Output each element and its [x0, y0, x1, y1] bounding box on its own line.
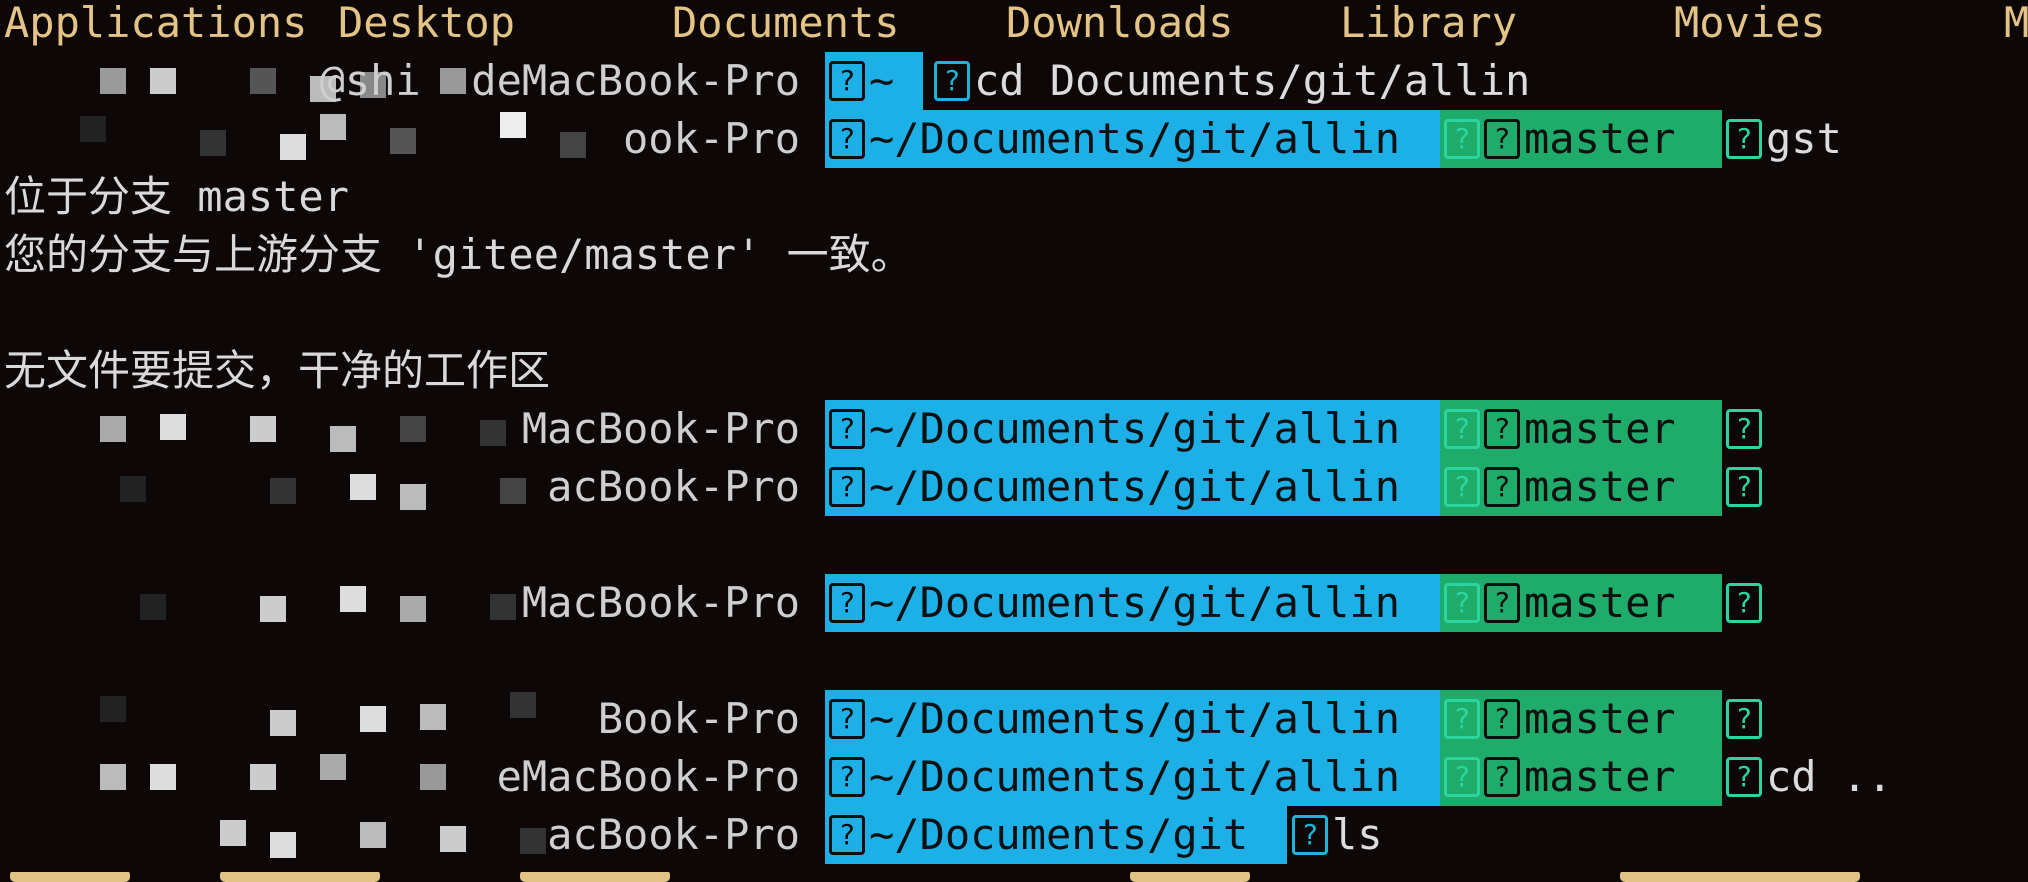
git-branch: master [1524, 694, 1676, 743]
prompt-end [1722, 574, 1766, 632]
prompt-path: ~/Documents/git [869, 810, 1249, 859]
prompt-dir-segment: ~/Documents/git/allin [825, 748, 1440, 806]
git-status-icon [1444, 118, 1480, 159]
branch-icon [1484, 698, 1520, 739]
prompt-arrow-icon [1726, 408, 1762, 449]
branch-icon [1484, 118, 1520, 159]
prompt-user-host: MacBook-Pro [521, 404, 800, 453]
prompt-dir-segment: ~/Documents/git/allin [825, 690, 1440, 748]
prompt-line: ook-Pro ~/Documents/git/allin master gst [0, 110, 2028, 168]
folder-icon [829, 582, 865, 623]
prompt-arrow-icon [1726, 698, 1762, 739]
folder-icon [829, 466, 865, 507]
command: ls [1332, 810, 1383, 859]
git-status-icon [1444, 408, 1480, 449]
command-text: cd Documents/git/allin [930, 52, 1530, 110]
git-status-icon [1444, 698, 1480, 739]
git-branch: master [1524, 404, 1676, 453]
folder-icon [829, 756, 865, 797]
prompt-path: ~/Documents/git/allin [869, 752, 1401, 801]
git-branch: master [1524, 114, 1676, 163]
folder-icon [829, 814, 865, 855]
output-line: 位于分支 master [4, 172, 350, 221]
cutoff-listing-row [0, 872, 2028, 882]
git-branch: master [1524, 578, 1676, 627]
folder-icon [829, 60, 865, 101]
git-status-icon [1444, 582, 1480, 623]
prompt-path: ~/Documents/git/allin [869, 404, 1401, 453]
prompt-user-host: MacBook-Pro [521, 578, 800, 627]
branch-icon [1484, 756, 1520, 797]
prompt-git-segment: master [1440, 400, 1722, 458]
branch-icon [1484, 408, 1520, 449]
command: cd .. [1766, 752, 1893, 801]
folder-icon [829, 408, 865, 449]
prompt-path: ~/Documents/git/allin [869, 694, 1401, 743]
prompt-arrow-icon [1292, 814, 1328, 855]
prompt-dir-segment: ~/Documents/git/allin [825, 574, 1440, 632]
command: gst [1766, 114, 1842, 163]
prompt-arrow-icon [1726, 118, 1762, 159]
prompt-git-segment: master [1440, 690, 1722, 748]
prompt-path: ~ [869, 56, 895, 105]
prompt-path: ~/Documents/git/allin [869, 578, 1401, 627]
git-branch: master [1524, 752, 1676, 801]
prompt-user-host: @shi deMacBook-Pro [319, 56, 800, 105]
prompt-dir-segment: ~/Documents/git/allin [825, 400, 1440, 458]
prompt-end [1722, 690, 1766, 748]
listing-item: Desktop [338, 0, 516, 47]
prompt-arrow-icon [1726, 466, 1762, 507]
prompt-dir-segment: ~/Documents/git [825, 806, 1287, 864]
ls-listing: Applications Desktop Documents Downloads… [0, 0, 2028, 52]
folder-icon [829, 118, 865, 159]
branch-icon [1484, 582, 1520, 623]
listing-item: M [2004, 0, 2028, 47]
prompt-line: acBook-Pro ~/Documents/git/allin master [0, 458, 2028, 516]
listing-item: Applications [4, 0, 308, 47]
prompt-git-segment: master [1440, 574, 1722, 632]
prompt-user-host: eMacBook-Pro [496, 752, 800, 801]
command-text: cd .. [1722, 748, 1892, 806]
git-status-icon [1444, 756, 1480, 797]
listing-item: Downloads [1006, 0, 1234, 47]
branch-icon [1484, 466, 1520, 507]
prompt-path: ~/Documents/git/allin [869, 114, 1401, 163]
prompt-user-host: ook-Pro [622, 114, 800, 163]
prompt-end [1722, 400, 1766, 458]
prompt-git-segment: master [1440, 458, 1722, 516]
folder-icon [829, 698, 865, 739]
output-line: 无文件要提交，干净的工作区 [4, 346, 551, 395]
terminal-window[interactable]: Applications Desktop Documents Downloads… [0, 0, 2028, 882]
git-status-icon [1444, 466, 1480, 507]
prompt-dir-segment: ~ [825, 52, 923, 110]
prompt-line: MacBook-Pro ~/Documents/git/allin master [0, 574, 2028, 632]
listing-item: Documents [672, 0, 900, 47]
command-text: ls [1288, 806, 1383, 864]
prompt-line: MacBook-Pro ~/Documents/git/allin master [0, 400, 2028, 458]
prompt-user-host: Book-Pro [597, 694, 800, 743]
prompt-arrow-icon [934, 60, 970, 101]
prompt-user-host: acBook-Pro [547, 810, 800, 859]
prompt-line: Book-Pro ~/Documents/git/allin master [0, 690, 2028, 748]
prompt-path: ~/Documents/git/allin [869, 462, 1401, 511]
prompt-dir-segment: ~/Documents/git/allin [825, 110, 1440, 168]
prompt-dir-segment: ~/Documents/git/allin [825, 458, 1440, 516]
prompt-arrow-icon [1726, 582, 1762, 623]
prompt-line: eMacBook-Pro ~/Documents/git/allin maste… [0, 748, 2028, 806]
prompt-line: acBook-Pro ~/Documents/git ls [0, 806, 2028, 864]
prompt-end [1722, 458, 1766, 516]
prompt-arrow-icon [1726, 756, 1762, 797]
command-text: gst [1722, 110, 1842, 168]
prompt-line: @shi deMacBook-Pro ~ cd Documents/git/al… [0, 52, 2028, 110]
output-line: 您的分支与上游分支 'gitee/master' 一致。 [4, 230, 913, 279]
prompt-user-host: acBook-Pro [547, 462, 800, 511]
command: cd Documents/git/allin [974, 56, 1531, 105]
prompt-git-segment: master [1440, 748, 1722, 806]
listing-item: Movies [1674, 0, 1826, 47]
git-branch: master [1524, 462, 1676, 511]
prompt-git-segment: master [1440, 110, 1722, 168]
listing-item: Library [1340, 0, 1518, 47]
